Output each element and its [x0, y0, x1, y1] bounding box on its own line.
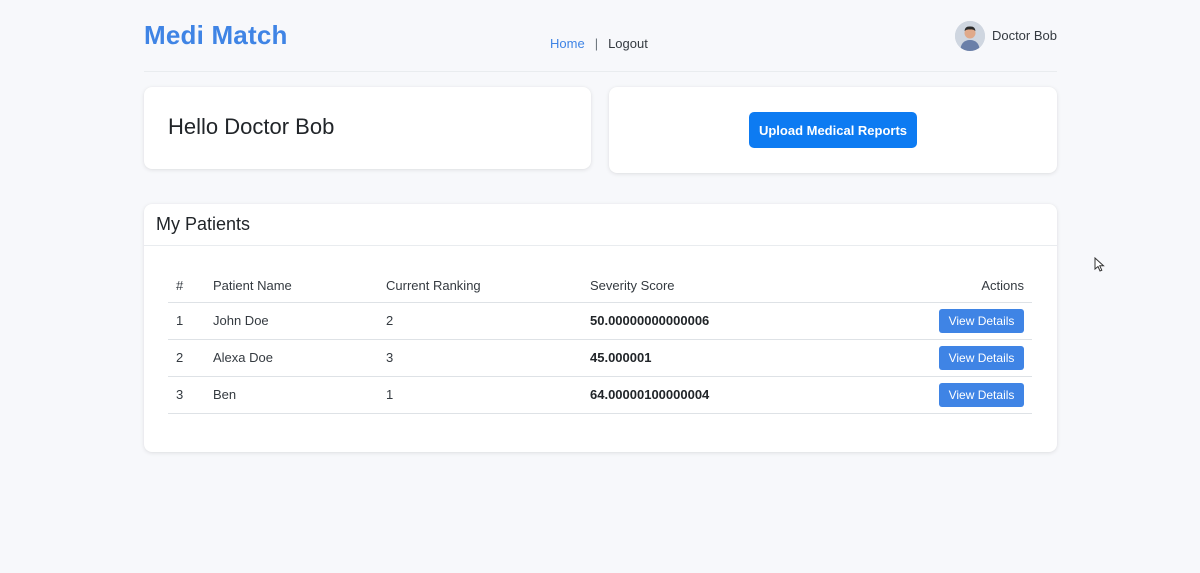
actions-cell: View Details [832, 302, 1032, 340]
column-header-actions: Actions [832, 269, 1032, 303]
main-nav: Home | Logout [550, 36, 648, 51]
current-ranking: 2 [378, 302, 582, 340]
column-header-patient-name: Patient Name [205, 269, 378, 303]
current-ranking: 3 [378, 339, 582, 377]
row-number: 1 [168, 302, 205, 340]
patient-name: John Doe [205, 302, 378, 340]
table-row: 2 Alexa Doe 3 45.000001 View Details [168, 339, 1032, 377]
actions-cell: View Details [832, 339, 1032, 377]
severity-score: 50.00000000000006 [582, 302, 832, 340]
column-header-number: # [168, 269, 205, 303]
actions-cell: View Details [832, 376, 1032, 414]
view-details-button[interactable]: View Details [939, 382, 1024, 407]
page-container: Medi Match Home | Logout Doctor Bob Hell… [144, 0, 1057, 452]
patient-name: Alexa Doe [205, 339, 378, 377]
view-details-button[interactable]: View Details [939, 308, 1024, 333]
severity-score: 64.00000100000004 [582, 376, 832, 414]
patients-title: My Patients [156, 214, 251, 234]
row-number: 3 [168, 376, 205, 414]
nav-separator: | [594, 36, 599, 51]
nav-logout-link[interactable]: Logout [608, 36, 648, 51]
view-details-button[interactable]: View Details [939, 345, 1024, 370]
current-ranking: 1 [378, 376, 582, 414]
nav-home-link[interactable]: Home [550, 36, 585, 51]
table-row: 3 Ben 1 64.00000100000004 View Details [168, 376, 1032, 414]
greeting-title: Hello Doctor Bob [168, 114, 335, 139]
patients-card: My Patients # Patient Name Current Ranki… [144, 204, 1057, 452]
greeting-card: Hello Doctor Bob [144, 87, 591, 169]
upload-medical-reports-button[interactable]: Upload Medical Reports [749, 112, 917, 148]
row-number: 2 [168, 339, 205, 377]
severity-score: 45.000001 [582, 339, 832, 377]
patients-card-header: My Patients [144, 204, 1057, 246]
upload-card: Upload Medical Reports [609, 87, 1057, 173]
table-row: 1 John Doe 2 50.00000000000006 View Deta… [168, 302, 1032, 340]
user-profile[interactable]: Doctor Bob [954, 20, 1057, 51]
top-navbar: Medi Match Home | Logout Doctor Bob [144, 0, 1057, 72]
column-header-severity-score: Severity Score [582, 269, 832, 303]
column-header-current-ranking: Current Ranking [378, 269, 582, 303]
user-avatar-icon [954, 20, 985, 51]
mouse-pointer-icon [1094, 256, 1106, 278]
patients-table: # Patient Name Current Ranking Severity … [168, 269, 1032, 414]
table-header-row: # Patient Name Current Ranking Severity … [168, 269, 1032, 303]
patient-name: Ben [205, 376, 378, 414]
user-name: Doctor Bob [991, 28, 1057, 43]
brand-logo[interactable]: Medi Match [144, 20, 288, 51]
cards-row: Hello Doctor Bob Upload Medical Reports [144, 87, 1057, 173]
